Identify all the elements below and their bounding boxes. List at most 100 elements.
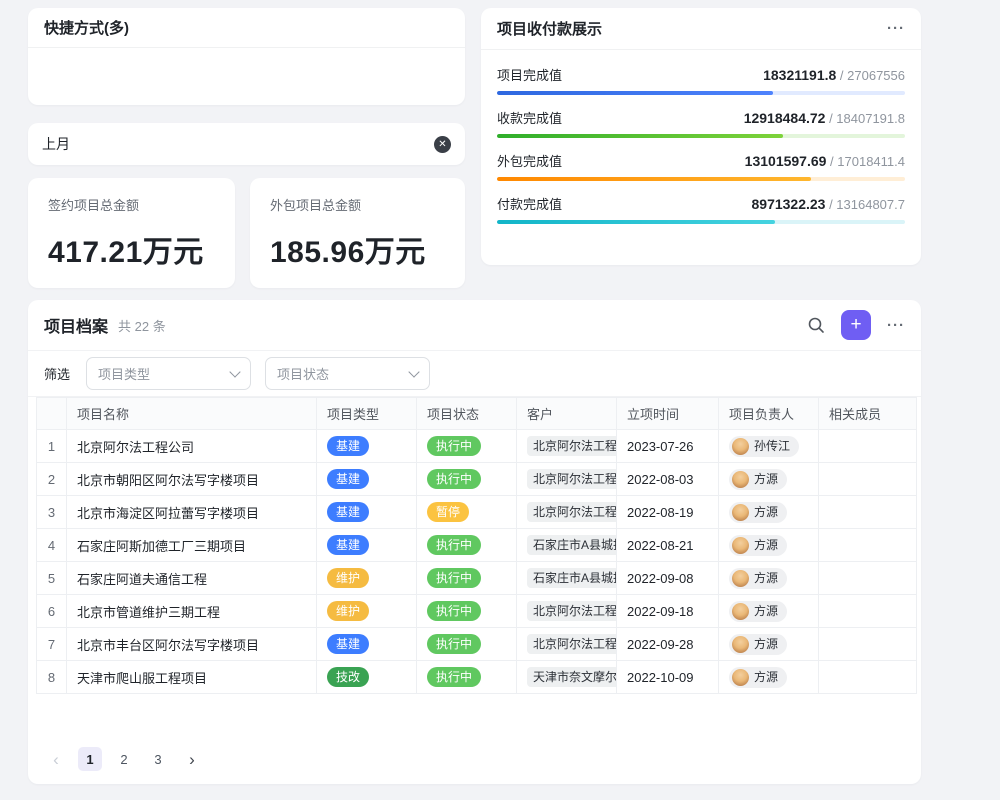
project-type-cell[interactable]: 基建 — [317, 496, 417, 529]
project-name-cell[interactable]: 石家庄阿斯加德工厂三期项目 — [67, 529, 317, 562]
page-button-3[interactable]: 3 — [146, 747, 170, 771]
start-date-cell[interactable]: 2023-07-26 — [617, 430, 719, 463]
add-record-button[interactable]: + — [841, 310, 871, 340]
page-button-1[interactable]: 1 — [78, 747, 102, 771]
project-type-cell[interactable]: 基建 — [317, 529, 417, 562]
owner-cell[interactable]: 方源 — [719, 562, 819, 595]
project-status-cell[interactable]: 执行中 — [417, 628, 517, 661]
project-status-cell[interactable]: 执行中 — [417, 430, 517, 463]
metric-row: 收款完成值12918484.72 / 18407191.8 — [497, 108, 905, 138]
metric-values: 12918484.72 / 18407191.8 — [744, 110, 905, 128]
project-type-cell[interactable]: 技改 — [317, 661, 417, 694]
avatar — [732, 636, 749, 653]
column-header[interactable]: 项目类型 — [317, 398, 417, 430]
start-date-cell[interactable]: 2022-09-18 — [617, 595, 719, 628]
status-badge: 执行中 — [427, 601, 481, 621]
owner-cell[interactable]: 方源 — [719, 628, 819, 661]
table-row[interactable]: 2北京市朝阳区阿尔法写字楼项目基建执行中北京阿尔法工程公司2022-08-03方… — [37, 463, 917, 496]
start-date-cell[interactable]: 2022-10-09 — [617, 661, 719, 694]
start-date-cell[interactable]: 2022-08-03 — [617, 463, 719, 496]
column-header[interactable]: 项目名称 — [67, 398, 317, 430]
table-row[interactable]: 3北京市海淀区阿拉蕾写字楼项目基建暂停北京阿尔法工程公司2022-08-19方源 — [37, 496, 917, 529]
month-filter-pill[interactable]: 上月 ✕ — [28, 123, 465, 165]
project-name-cell[interactable]: 北京市管道维护三期工程 — [67, 595, 317, 628]
owner-cell[interactable]: 方源 — [719, 496, 819, 529]
project-name-cell[interactable]: 北京阿尔法工程公司 — [67, 430, 317, 463]
column-header[interactable]: 客户 — [517, 398, 617, 430]
project-type-cell[interactable]: 维护 — [317, 562, 417, 595]
start-date-cell[interactable]: 2022-08-21 — [617, 529, 719, 562]
customer-cell[interactable]: 天津市奈文摩尔 — [517, 661, 617, 694]
column-header[interactable]: 项目负责人 — [719, 398, 819, 430]
project-type-cell[interactable]: 基建 — [317, 628, 417, 661]
members-cell[interactable] — [819, 661, 917, 694]
project-type-cell[interactable]: 基建 — [317, 430, 417, 463]
page-button-2[interactable]: 2 — [112, 747, 136, 771]
project-name-cell[interactable]: 北京市朝阳区阿尔法写字楼项目 — [67, 463, 317, 496]
type-badge: 基建 — [327, 634, 369, 654]
project-type-cell[interactable]: 基建 — [317, 463, 417, 496]
owner-cell[interactable]: 方源 — [719, 595, 819, 628]
customer-chip: 石家庄市A县城投 — [527, 568, 617, 588]
status-badge: 执行中 — [427, 535, 481, 555]
table-row[interactable]: 8天津市爬山服工程项目技改执行中天津市奈文摩尔2022-10-09方源 — [37, 661, 917, 694]
customer-cell[interactable]: 北京阿尔法工程公司 — [517, 463, 617, 496]
table-header-row: 项目名称项目类型项目状态客户立项时间项目负责人相关成员 — [37, 398, 917, 430]
members-cell[interactable] — [819, 496, 917, 529]
metric-progress-fill — [497, 134, 783, 138]
shortcuts-card-header: 快捷方式(多) — [28, 8, 465, 48]
owner-cell[interactable]: 孙传江 — [719, 430, 819, 463]
project-status-select[interactable]: 项目状态 — [265, 357, 430, 390]
project-name-cell[interactable]: 石家庄阿道夫通信工程 — [67, 562, 317, 595]
project-name-cell[interactable]: 天津市爬山服工程项目 — [67, 661, 317, 694]
table-row[interactable]: 5石家庄阿道夫通信工程维护执行中石家庄市A县城投2022-09-08方源 — [37, 562, 917, 595]
column-header[interactable]: 项目状态 — [417, 398, 517, 430]
customer-cell[interactable]: 北京阿尔法工程公司 — [517, 496, 617, 529]
customer-cell[interactable]: 北京阿尔法工程公司 — [517, 430, 617, 463]
table-row[interactable]: 6北京市管道维护三期工程维护执行中北京阿尔法工程公司2022-09-18方源 — [37, 595, 917, 628]
table-row[interactable]: 1北京阿尔法工程公司基建执行中北京阿尔法工程公司2023-07-26孙传江 — [37, 430, 917, 463]
customer-cell[interactable]: 石家庄市A县城投 — [517, 562, 617, 595]
row-index-cell: 2 — [37, 463, 67, 496]
more-menu-icon[interactable]: ··· — [887, 20, 905, 37]
members-cell[interactable] — [819, 529, 917, 562]
column-header[interactable]: 立项时间 — [617, 398, 719, 430]
type-badge: 维护 — [327, 568, 369, 588]
owner-cell[interactable]: 方源 — [719, 463, 819, 496]
project-status-cell[interactable]: 暂停 — [417, 496, 517, 529]
members-cell[interactable] — [819, 628, 917, 661]
members-cell[interactable] — [819, 430, 917, 463]
prev-page-button[interactable]: ‹ — [44, 747, 68, 771]
table-row[interactable]: 7北京市丰台区阿尔法写字楼项目基建执行中北京阿尔法工程公司2022-09-28方… — [37, 628, 917, 661]
more-menu-icon[interactable]: ··· — [887, 317, 905, 334]
project-status-cell[interactable]: 执行中 — [417, 595, 517, 628]
customer-cell[interactable]: 北京阿尔法工程公司 — [517, 595, 617, 628]
next-page-button[interactable]: › — [180, 747, 204, 771]
customer-chip: 石家庄市A县城投 — [527, 535, 617, 555]
metric-target-value: / 27067556 — [836, 68, 905, 83]
start-date-cell[interactable]: 2022-09-28 — [617, 628, 719, 661]
start-date-cell[interactable]: 2022-09-08 — [617, 562, 719, 595]
project-name-cell[interactable]: 北京市丰台区阿尔法写字楼项目 — [67, 628, 317, 661]
project-name-cell[interactable]: 北京市海淀区阿拉蕾写字楼项目 — [67, 496, 317, 529]
customer-cell[interactable]: 石家庄市A县城投 — [517, 529, 617, 562]
project-status-cell[interactable]: 执行中 — [417, 562, 517, 595]
project-status-cell[interactable]: 执行中 — [417, 463, 517, 496]
members-cell[interactable] — [819, 463, 917, 496]
project-type-cell[interactable]: 维护 — [317, 595, 417, 628]
members-cell[interactable] — [819, 562, 917, 595]
owner-cell[interactable]: 方源 — [719, 529, 819, 562]
project-status-cell[interactable]: 执行中 — [417, 529, 517, 562]
project-status-cell[interactable]: 执行中 — [417, 661, 517, 694]
avatar — [732, 471, 749, 488]
start-date-cell[interactable]: 2022-08-19 — [617, 496, 719, 529]
project-type-select[interactable]: 项目类型 — [86, 357, 251, 390]
clear-filter-icon[interactable]: ✕ — [434, 136, 451, 153]
column-header[interactable]: 相关成员 — [819, 398, 917, 430]
owner-cell[interactable]: 方源 — [719, 661, 819, 694]
members-cell[interactable] — [819, 595, 917, 628]
table-row[interactable]: 4石家庄阿斯加德工厂三期项目基建执行中石家庄市A县城投2022-08-21方源 — [37, 529, 917, 562]
index-column-header — [37, 398, 67, 430]
search-icon[interactable] — [807, 316, 825, 334]
customer-cell[interactable]: 北京阿尔法工程公司 — [517, 628, 617, 661]
